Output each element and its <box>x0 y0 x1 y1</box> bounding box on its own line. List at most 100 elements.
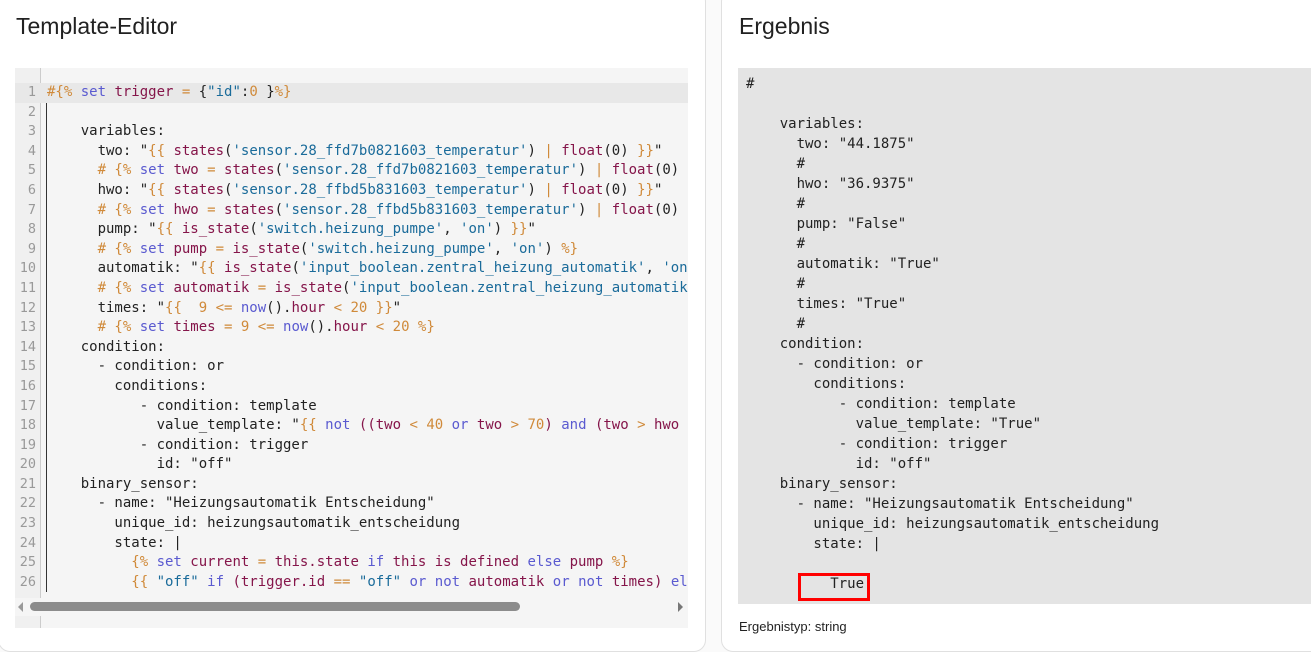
code-line[interactable]: 8 pump: "{{ is_state('switch.heizung_pum… <box>15 220 688 240</box>
code-token: hour <box>333 319 376 336</box>
result-output: # variables: two: "44.1875" # hwo: "36.9… <box>738 68 1311 604</box>
code-line[interactable]: 24 state: | <box>15 534 688 554</box>
code-line[interactable]: 2 <box>15 103 688 123</box>
code-token: el <box>670 573 688 590</box>
line-number: 16 <box>19 377 36 394</box>
code-token: {{ <box>47 573 157 590</box>
code-line[interactable]: 15 - condition: or <box>15 357 688 377</box>
code-token: float <box>611 162 654 179</box>
code-token: ) <box>527 181 545 198</box>
horizontal-scrollbar[interactable] <box>15 598 688 616</box>
code-token: - condition: or <box>47 358 225 375</box>
code-line[interactable]: 1 #{% set trigger = {"id":0 }%} <box>15 83 688 103</box>
code-line[interactable]: 21 binary_sensor: <box>15 475 688 495</box>
code-text: - condition: or <box>47 357 224 377</box>
code-line[interactable]: 19 - condition: trigger <box>15 436 688 456</box>
code-token: {{ <box>148 181 174 198</box>
code-token: | <box>544 142 562 159</box>
scrollbar-thumb[interactable] <box>30 602 520 611</box>
line-number: 3 <box>27 123 36 140</box>
code-line[interactable]: 11 # {% set automatik = is_state('input_… <box>15 279 688 299</box>
code-token: "id" <box>207 84 241 100</box>
code-line[interactable]: 9 # {% set pump = is_state('switch.heizu… <box>15 240 688 260</box>
code-text: hwo: "{{ states('sensor.28_ffbd5b831603_… <box>47 181 663 201</box>
code-line[interactable]: 5 # {% set two = states('sensor.28_ffd7b… <box>15 161 688 181</box>
result-line: value_template: "True" <box>746 416 1042 432</box>
result-line: - condition: trigger <box>746 436 1008 452</box>
code-token: is_state <box>274 279 343 296</box>
code-token: automatik <box>468 573 553 590</box>
code-text: # {% set two = states('sensor.28_ffd7b08… <box>47 161 680 181</box>
code-text: condition: <box>47 338 165 358</box>
code-token: float <box>611 201 654 218</box>
code-token: set <box>156 554 191 571</box>
result-line: - name: "Heizungsautomatik Entscheidung" <box>746 496 1134 512</box>
code-text: state: | <box>47 534 181 554</box>
code-token: 'on <box>662 260 688 277</box>
line-number: 25 <box>19 554 36 571</box>
code-token: id: "off" <box>47 456 233 473</box>
code-token: # {% <box>47 201 140 218</box>
code-token: 'sensor.28_ffd7b0821603_temperatur' <box>283 162 579 179</box>
code-token: {{ <box>156 221 182 238</box>
result-line: - condition: or <box>746 356 924 372</box>
result-line: id: "off" <box>746 456 932 472</box>
code-token: 0 <box>249 84 267 100</box>
code-text: variables: <box>47 122 165 142</box>
code-token: variables: <box>47 123 166 140</box>
code-token: < 20 }} <box>333 299 393 316</box>
template-code-editor[interactable]: 1 #{% set trigger = {"id":0 }%} 2 3 variabl… <box>15 68 688 628</box>
code-token: pump <box>173 240 216 257</box>
code-token: or not <box>409 573 469 590</box>
result-lines: # variables: two: "44.1875" # hwo: "36.9… <box>746 74 1159 594</box>
scroll-right-icon[interactable] <box>678 602 683 612</box>
code-token: ( <box>274 162 284 179</box>
code-token: float <box>561 181 604 198</box>
code-token: < 40 <box>409 417 452 434</box>
code-line[interactable]: 4 two: "{{ states('sensor.28_ffd7b082160… <box>15 142 688 162</box>
line-number: 12 <box>19 299 36 316</box>
result-line: # <box>746 156 806 172</box>
code-token: | <box>594 162 612 179</box>
code-token: ( <box>274 201 284 218</box>
result-line: pump: "False" <box>746 216 907 232</box>
scroll-left-icon[interactable] <box>18 602 23 612</box>
code-line[interactable]: 25 {% set current = this.state if this i… <box>15 553 688 573</box>
code-line[interactable]: 12 times: "{{ 9 <= now().hour < 20 }}" <box>15 299 688 319</box>
code-token: hour <box>291 299 334 316</box>
code-line[interactable]: 23 unique_id: heizungsautomatik_entschei… <box>15 514 688 534</box>
code-token: 'input_boolean.zentral_heizung_automatik <box>350 279 688 296</box>
code-line[interactable]: 26 {{ "off" if (trigger.id == "off" or n… <box>15 573 688 593</box>
code-line[interactable]: 17 - condition: template <box>15 397 688 417</box>
code-line[interactable]: 13 # {% set times = 9 <= now().hour < 20… <box>15 318 688 338</box>
code-token: # {% <box>47 279 140 296</box>
code-line[interactable]: 16 conditions: <box>15 377 688 397</box>
line-number: 14 <box>19 338 36 355</box>
code-line[interactable]: 3 variables: <box>15 122 688 142</box>
result-line: conditions: <box>746 376 907 392</box>
code-line[interactable]: 10 automatik: "{{ is_state('input_boolea… <box>15 259 688 279</box>
code-token: two <box>173 162 208 179</box>
code-token: %} <box>274 84 292 100</box>
code-line[interactable]: 18 value_template: "{{ not ((two < 40 or… <box>15 416 688 436</box>
code-token: {{ <box>198 260 225 277</box>
code-lines[interactable]: 1 #{% set trigger = {"id":0 }%} 2 3 variabl… <box>15 83 688 592</box>
result-line: # <box>746 76 755 92</box>
code-token: (( <box>358 417 376 434</box>
line-number: 13 <box>19 319 36 336</box>
code-line[interactable]: 22 - name: "Heizungsautomatik Entscheidu… <box>15 494 688 514</box>
code-token: ) <box>493 221 511 238</box>
code-token: now <box>283 319 309 336</box>
code-token: trigger <box>114 84 182 100</box>
code-line[interactable]: 20 id: "off" <box>15 455 688 475</box>
code-token: is_state <box>181 221 250 238</box>
code-text: automatik: "{{ is_state('input_boolean.z… <box>47 259 688 279</box>
code-line[interactable]: 7 # {% set hwo = states('sensor.28_ffbd5… <box>15 201 688 221</box>
code-token: %} <box>561 240 579 257</box>
line-number: 18 <box>19 417 36 434</box>
code-token: = <box>257 279 275 296</box>
code-line[interactable]: 6 hwo: "{{ states('sensor.28_ffbd5b83160… <box>15 181 688 201</box>
line-number: 19 <box>19 436 36 453</box>
code-token: (0) <box>603 142 638 159</box>
code-line[interactable]: 14 condition: <box>15 338 688 358</box>
